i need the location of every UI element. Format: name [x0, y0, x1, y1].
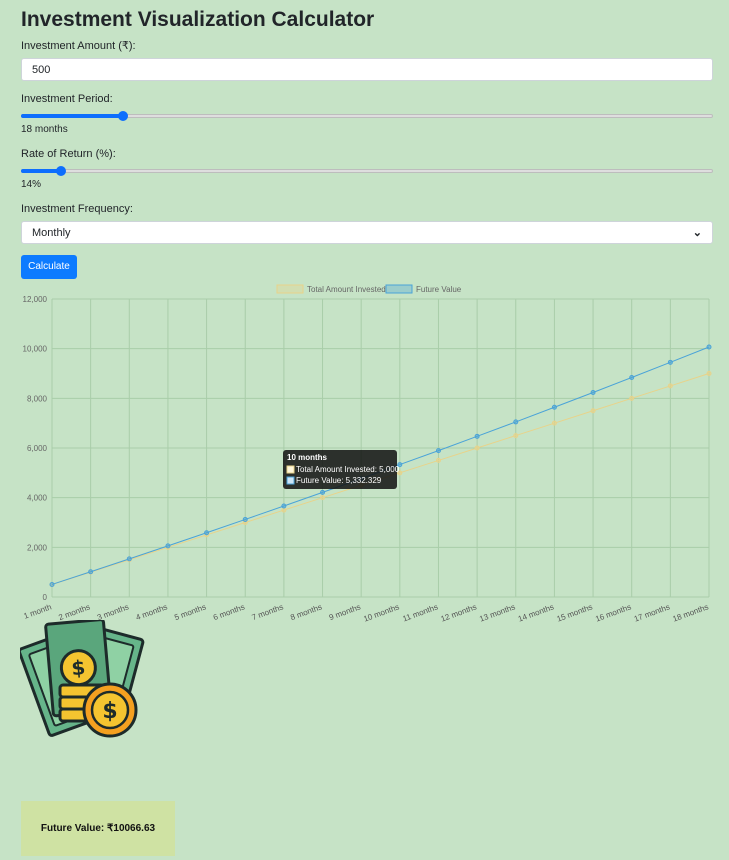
y-tick-label: 2,000 [27, 543, 48, 552]
tooltip-swatch [286, 476, 295, 485]
x-tick-label: 10 months [362, 602, 400, 623]
x-tick-label: 17 months [633, 602, 671, 623]
tooltip-line: Future Value: 5,332.329 [296, 476, 382, 485]
data-point [435, 457, 441, 463]
legend-swatch [385, 284, 413, 294]
y-tick-label: 12,000 [23, 295, 48, 304]
x-tick-label: 9 months [328, 602, 362, 622]
investment-chart: 0 2,000 4,000 6,000 8,000 10,000 12,000 1 month… [22, 284, 712, 624]
data-point [320, 489, 326, 495]
x-tick-label: 13 months [478, 602, 516, 623]
legend-swatch [276, 284, 304, 294]
x-tick-label: 16 months [594, 602, 632, 623]
legend-label: Future Value [416, 285, 462, 294]
data-point [667, 359, 673, 365]
data-point [513, 433, 519, 439]
data-point [706, 344, 712, 350]
svg-text:$: $ [70, 655, 86, 680]
data-point [551, 404, 557, 410]
data-point [435, 448, 441, 454]
x-tick-label: 11 months [402, 602, 440, 623]
tooltip-swatch [286, 465, 295, 474]
data-point [551, 420, 557, 426]
future-value-result: Future Value: ₹10066.63 [21, 801, 175, 856]
data-point [88, 569, 94, 575]
y-tick-label: 0 [43, 593, 48, 602]
x-tick-label: 1 month [22, 602, 52, 620]
svg-text:$: $ [102, 699, 117, 724]
data-point [126, 556, 132, 562]
data-point [242, 516, 248, 522]
x-tick-label: 5 months [173, 602, 207, 622]
data-point [590, 389, 596, 395]
data-point [320, 495, 326, 501]
y-tick-label: 10,000 [23, 345, 48, 354]
data-point [474, 445, 480, 451]
x-tick-label: 12 months [440, 602, 478, 623]
data-point [281, 503, 287, 509]
x-tick-label: 18 months [671, 602, 709, 623]
data-point [474, 433, 480, 439]
tooltip-title: 10 months [287, 453, 328, 462]
data-point [513, 419, 519, 425]
tooltip-line: Total Amount Invested: 5,000 [296, 465, 400, 474]
data-point [629, 395, 635, 401]
data-point [49, 581, 55, 587]
x-tick-label: 8 months [289, 602, 323, 622]
y-tick-label: 8,000 [27, 394, 48, 403]
x-tick-label: 15 months [556, 602, 594, 623]
data-point [667, 383, 673, 389]
y-tick-label: 4,000 [27, 494, 48, 503]
legend-label: Total Amount Invested [307, 285, 386, 294]
data-point [204, 530, 210, 536]
data-point [590, 408, 596, 414]
data-point [165, 543, 171, 549]
data-point [706, 371, 712, 376]
x-tick-label: 7 months [251, 602, 285, 622]
data-point [629, 374, 635, 380]
money-coins-icon: $ $ [17, 618, 150, 745]
x-tick-label: 6 months [212, 602, 246, 622]
x-tick-label: 14 months [517, 602, 555, 623]
y-tick-label: 6,000 [27, 444, 48, 453]
data-point [281, 507, 287, 513]
